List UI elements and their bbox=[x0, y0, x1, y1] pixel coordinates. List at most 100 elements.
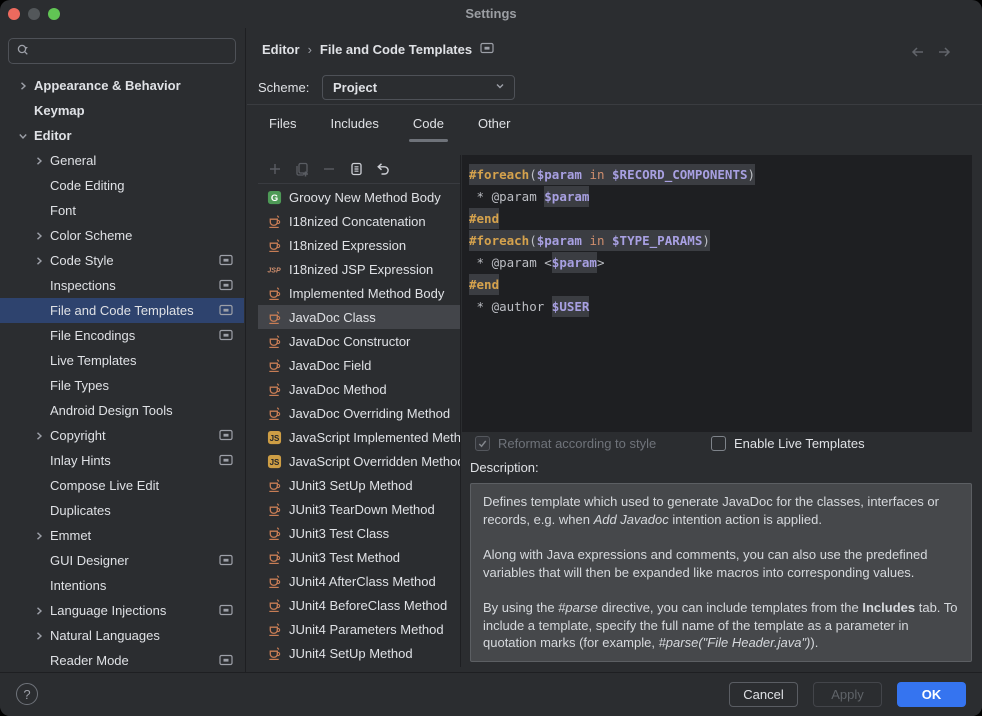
sidebar-item-inlay-hints[interactable]: Inlay Hints bbox=[0, 448, 244, 473]
sidebar-item-appearance-behavior[interactable]: Appearance & Behavior bbox=[0, 73, 244, 98]
sidebar-item-general[interactable]: General bbox=[0, 148, 244, 173]
ok-button[interactable]: OK bbox=[897, 682, 966, 707]
sidebar-item-code-editing[interactable]: Code Editing bbox=[0, 173, 244, 198]
template-item-junit3-teardown-method[interactable]: JUnit3 TearDown Method bbox=[258, 497, 460, 521]
tab-files[interactable]: Files bbox=[265, 105, 300, 141]
sidebar-item-color-scheme[interactable]: Color Scheme bbox=[0, 223, 244, 248]
chevron-right-icon[interactable] bbox=[28, 603, 50, 619]
template-item-junit4-parameters-method[interactable]: JUnit4 Parameters Method bbox=[258, 617, 460, 641]
template-item-junit4-afterclass-method[interactable]: JUnit4 AfterClass Method bbox=[258, 569, 460, 593]
chevron-spacer bbox=[28, 378, 50, 394]
code-token: ( bbox=[529, 164, 537, 185]
back-arrow-icon[interactable] bbox=[910, 44, 926, 60]
sidebar-item-label: General bbox=[50, 153, 96, 168]
settings-search-input[interactable] bbox=[8, 38, 236, 64]
dialog-buttons: Cancel Apply OK bbox=[729, 682, 966, 707]
code-token: #foreach bbox=[469, 164, 529, 185]
sidebar-item-label: Code Style bbox=[50, 253, 114, 268]
breadcrumb-editor[interactable]: Editor bbox=[262, 42, 300, 57]
sidebar-item-reader-mode[interactable]: Reader Mode bbox=[0, 648, 244, 673]
code-token: $param bbox=[552, 252, 597, 273]
template-item-javadoc-constructor[interactable]: JavaDoc Constructor bbox=[258, 329, 460, 353]
chevron-down-icon[interactable] bbox=[12, 128, 34, 144]
sidebar-item-file-and-code-templates[interactable]: File and Code Templates bbox=[0, 298, 244, 323]
project-level-icon bbox=[219, 429, 233, 444]
template-item-junit3-test-method[interactable]: JUnit3 Test Method bbox=[258, 545, 460, 569]
template-item-javadoc-class[interactable]: JavaDoc Class bbox=[258, 305, 460, 329]
tab-label: Code bbox=[413, 116, 444, 131]
template-item-javascript-overridden-method[interactable]: JSJavaScript Overridden Method bbox=[258, 449, 460, 473]
template-item-i18nized-expression[interactable]: I18nized Expression bbox=[258, 233, 460, 257]
template-item-implemented-method-body[interactable]: Implemented Method Body bbox=[258, 281, 460, 305]
chevron-spacer bbox=[28, 203, 50, 219]
sidebar-item-natural-languages[interactable]: Natural Languages bbox=[0, 623, 244, 648]
template-item-junit3-test-class[interactable]: JUnit3 Test Class bbox=[258, 521, 460, 545]
sidebar-item-font[interactable]: Font bbox=[0, 198, 244, 223]
scheme-select[interactable]: Project bbox=[322, 75, 515, 100]
template-item-junit4-beforeclass-method[interactable]: JUnit4 BeforeClass Method bbox=[258, 593, 460, 617]
description-paragraph: Along with Java expressions and comments… bbox=[483, 546, 959, 581]
template-item-junit3-setup-method[interactable]: JUnit3 SetUp Method bbox=[258, 473, 460, 497]
cancel-button[interactable]: Cancel bbox=[729, 682, 798, 707]
chevron-right-icon[interactable] bbox=[12, 78, 34, 94]
copy-template-button bbox=[294, 161, 310, 177]
chevron-right-icon[interactable] bbox=[28, 253, 50, 269]
template-code-editor[interactable]: #foreach($param in $RECORD_COMPONENTS) *… bbox=[462, 155, 972, 432]
jsp-template-icon: JSP bbox=[266, 261, 282, 277]
template-item-i18nized-concatenation[interactable]: I18nized Concatenation bbox=[258, 209, 460, 233]
project-level-icon bbox=[219, 604, 233, 619]
sidebar-item-label: Copyright bbox=[50, 428, 106, 443]
template-item-javadoc-field[interactable]: JavaDoc Field bbox=[258, 353, 460, 377]
tab-other[interactable]: Other bbox=[474, 105, 515, 141]
sidebar-item-inspections[interactable]: Inspections bbox=[0, 273, 244, 298]
sidebar-item-file-encodings[interactable]: File Encodings bbox=[0, 323, 244, 348]
template-item-i18nized-jsp-expression[interactable]: JSPI18nized JSP Expression bbox=[258, 257, 460, 281]
svg-text:JSP: JSP bbox=[267, 267, 281, 274]
chevron-right-icon[interactable] bbox=[28, 153, 50, 169]
sidebar-item-label: Natural Languages bbox=[50, 628, 160, 643]
sidebar-item-code-style[interactable]: Code Style bbox=[0, 248, 244, 273]
window-title: Settings bbox=[0, 0, 982, 28]
template-item-junit4-setup-method[interactable]: JUnit4 SetUp Method bbox=[258, 641, 460, 665]
chevron-right-icon[interactable] bbox=[28, 528, 50, 544]
code-token: $param bbox=[544, 186, 589, 207]
sidebar-item-keymap[interactable]: Keymap bbox=[0, 98, 244, 123]
template-item-groovy-new-method-body[interactable]: GGroovy New Method Body bbox=[258, 185, 460, 209]
chevron-right-icon[interactable] bbox=[28, 628, 50, 644]
tab-code[interactable]: Code bbox=[409, 105, 448, 141]
tab-includes[interactable]: Includes bbox=[326, 105, 382, 141]
code-token: #foreach bbox=[469, 230, 529, 251]
java-template-icon bbox=[266, 213, 282, 229]
chevron-spacer bbox=[28, 178, 50, 194]
sidebar-item-file-types[interactable]: File Types bbox=[0, 373, 244, 398]
sidebar-item-emmet[interactable]: Emmet bbox=[0, 523, 244, 548]
chevron-right-icon[interactable] bbox=[28, 228, 50, 244]
sidebar-item-copyright[interactable]: Copyright bbox=[0, 423, 244, 448]
description-panel[interactable]: Defines template which used to generate … bbox=[470, 483, 972, 662]
template-item-javadoc-method[interactable]: JavaDoc Method bbox=[258, 377, 460, 401]
code-token: * @author bbox=[469, 299, 552, 314]
chevron-right-icon[interactable] bbox=[28, 428, 50, 444]
enable-live-templates-checkbox[interactable] bbox=[711, 436, 726, 451]
sidebar-item-intentions[interactable]: Intentions bbox=[0, 573, 244, 598]
template-item-javadoc-overriding-method[interactable]: JavaDoc Overriding Method bbox=[258, 401, 460, 425]
sidebar-item-android-design-tools[interactable]: Android Design Tools bbox=[0, 398, 244, 423]
apply-button[interactable]: Apply bbox=[813, 682, 882, 707]
sidebar-item-compose-live-edit[interactable]: Compose Live Edit bbox=[0, 473, 244, 498]
sidebar-item-editor[interactable]: Editor bbox=[0, 123, 244, 148]
help-button[interactable]: ? bbox=[16, 683, 38, 705]
project-level-icon bbox=[219, 329, 233, 344]
sidebar-item-live-templates[interactable]: Live Templates bbox=[0, 348, 244, 373]
duplicate-button[interactable] bbox=[348, 161, 364, 177]
sidebar-item-duplicates[interactable]: Duplicates bbox=[0, 498, 244, 523]
template-item-label: JavaDoc Class bbox=[289, 310, 376, 325]
forward-arrow-icon[interactable] bbox=[936, 44, 952, 60]
code-line: #end bbox=[469, 274, 972, 296]
svg-text:JS: JS bbox=[269, 433, 279, 442]
settings-content: Editor › File and Code Templates Scheme:… bbox=[247, 28, 982, 672]
sidebar-item-gui-designer[interactable]: GUI Designer bbox=[0, 548, 244, 573]
java-template-icon bbox=[266, 405, 282, 421]
sidebar-item-language-injections[interactable]: Language Injections bbox=[0, 598, 244, 623]
reset-to-default-button[interactable] bbox=[375, 161, 391, 177]
template-item-javascript-implemented-method[interactable]: JSJavaScript Implemented Method bbox=[258, 425, 460, 449]
